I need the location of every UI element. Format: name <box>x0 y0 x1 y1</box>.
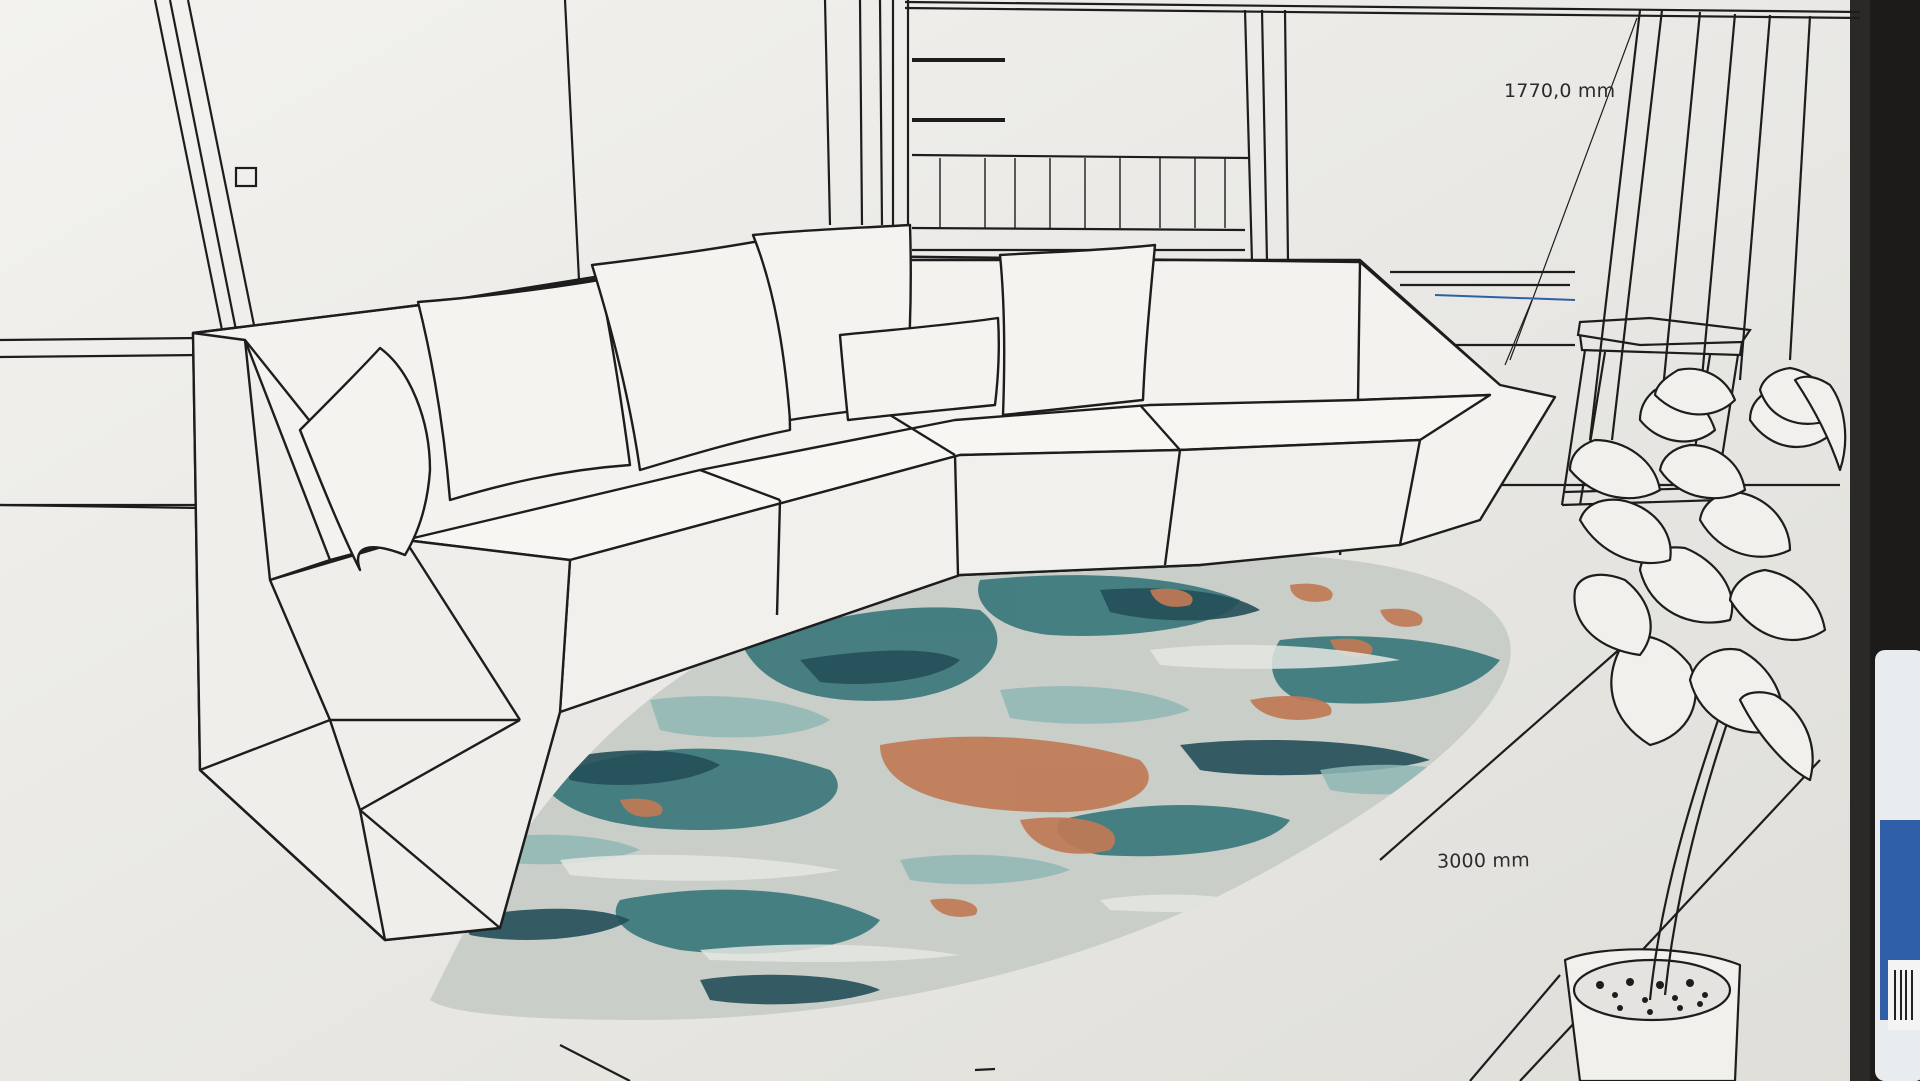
height-dimension-label: 1770,0 mm <box>1504 80 1616 102</box>
bottle-on-desk <box>1875 650 1920 1081</box>
width-dimension-label: 3000 mm <box>1436 849 1530 873</box>
sketch-viewport <box>0 0 1920 1081</box>
